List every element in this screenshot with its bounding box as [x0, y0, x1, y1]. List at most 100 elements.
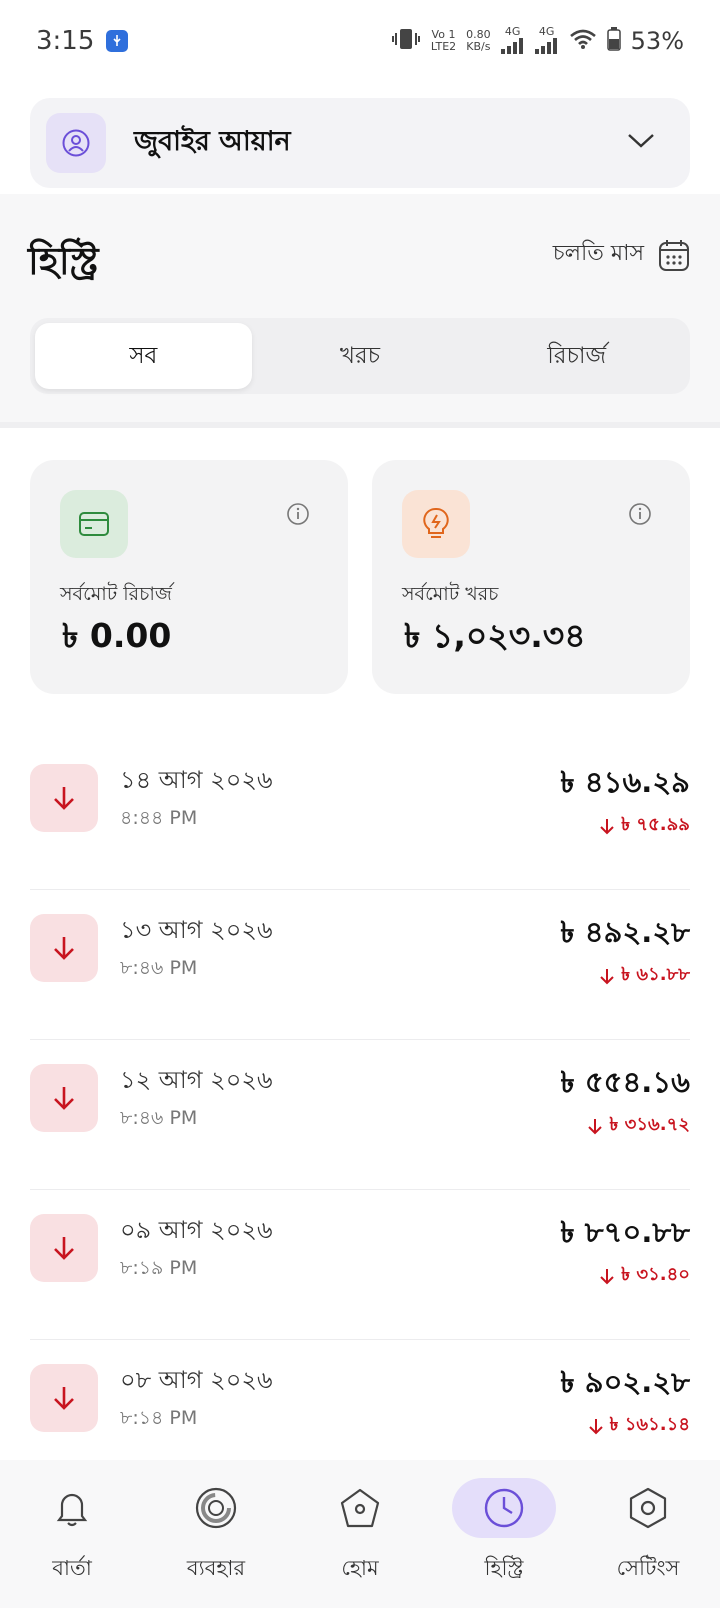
- net-speed-unit: KB/s: [466, 40, 491, 53]
- transaction-date: ১৩ আগ ২০২৬: [120, 916, 273, 944]
- transaction-date: ১২ আগ ২০২৬: [120, 1066, 273, 1094]
- card-icon-box: [60, 490, 128, 558]
- nav-item-messages[interactable]: বার্তা: [12, 1478, 132, 1608]
- page-title: হিস্ট্রি: [28, 239, 99, 283]
- transaction-amount: ৳ ৯০২.২৮: [560, 1365, 690, 1399]
- nav-label: হোম: [341, 1556, 379, 1580]
- transaction-amount: ৳ ৪১৬.২৯: [560, 765, 690, 799]
- nav-label: ব্যবহার: [186, 1556, 246, 1580]
- history-tabs: সব খরচ রিচার্জ: [30, 318, 690, 394]
- transaction-delta-value: ৳ ৩১.৪০: [621, 1264, 690, 1285]
- account-selector[interactable]: জুবাইর আয়ান: [30, 98, 690, 188]
- signal-icon: [534, 37, 557, 54]
- tab-expense[interactable]: খরচ: [252, 323, 469, 389]
- info-icon[interactable]: [628, 502, 652, 530]
- total-recharge-label: সর্বমোট রিচার্জ: [60, 583, 172, 605]
- nav-item-history[interactable]: হিস্ট্রি: [444, 1478, 564, 1608]
- transaction-time: ৮:৪৬ PM: [120, 957, 198, 979]
- card-icon-box: [402, 490, 470, 558]
- vibrate-icon: [391, 26, 421, 56]
- user-icon: [62, 129, 90, 157]
- arrow-down-icon: [600, 968, 614, 984]
- history-header: হিস্ট্রি চলতি মাস সব খরচ রিচার্জ: [0, 194, 720, 428]
- tab-all[interactable]: সব: [35, 323, 252, 389]
- debit-arrow-icon: [30, 914, 98, 982]
- nav-label: সেটিংস: [616, 1556, 680, 1580]
- total-recharge-amount: ৳ 0.00: [62, 616, 172, 655]
- battery-icon: [606, 27, 621, 55]
- transaction-row[interactable]: ০৯ আগ ২০২৬ ৮:১৯ PM ৳ ৮৭০.৮৮ ৳ ৩১.৪০: [30, 1190, 690, 1340]
- transaction-date: ০৮ আগ ২০২৬: [120, 1366, 273, 1394]
- usage-ring-icon: [164, 1478, 268, 1538]
- home-icon: [308, 1478, 412, 1538]
- arrow-down-icon: [588, 1418, 603, 1434]
- total-expense-card: সর্বমোট খরচ ৳ ১,০২৩.৩৪: [372, 460, 690, 694]
- transaction-time: ৪:৪৪ PM: [120, 807, 198, 829]
- period-label: চলতি মাস: [552, 241, 644, 266]
- transaction-list: ১৪ আগ ২০২৬ ৪:৪৪ PM ৳ ৪১৬.২৯ ৳ ৭৫.৯৯ ১৩ আ…: [30, 740, 690, 1490]
- arrow-down-icon: [600, 818, 614, 834]
- transaction-delta-value: ৳ ৭৫.৯৯: [621, 814, 690, 835]
- usb-icon: [106, 30, 129, 52]
- nav-item-usage[interactable]: ব্যবহার: [156, 1478, 276, 1608]
- status-bar: 3:15 Vo 1 LTE2 0.80 KB/s 4G 4G 53%: [0, 0, 720, 82]
- volte-bottom: LTE2: [430, 40, 457, 53]
- wifi-icon: [569, 28, 597, 54]
- transaction-amount: ৳ ৮৭০.৮৮: [560, 1215, 690, 1249]
- net-speed: 0.80 KB/s: [466, 29, 491, 53]
- transaction-amount: ৳ ৪৯২.২৮: [560, 915, 690, 949]
- bell-icon: [20, 1478, 124, 1538]
- transaction-row[interactable]: ১৪ আগ ২০২৬ ৪:৪৪ PM ৳ ৪১৬.২৯ ৳ ৭৫.৯৯: [30, 740, 690, 890]
- sim1-signal: 4G: [500, 24, 525, 57]
- nav-item-settings[interactable]: সেটিংস: [588, 1478, 708, 1608]
- bottom-nav: বার্তা ব্যবহার হোম হিস্ট্রি সেটিংস: [0, 1460, 720, 1608]
- nav-item-home[interactable]: হোম: [300, 1478, 420, 1608]
- transaction-row[interactable]: ১৩ আগ ২০২৬ ৮:৪৬ PM ৳ ৪৯২.২৮ ৳ ৬১.৮৮: [30, 890, 690, 1040]
- credit-card-icon: [79, 512, 109, 536]
- lightbulb-icon: [423, 507, 449, 538]
- transaction-delta: ৳ ৭৫.৯৯: [599, 810, 690, 841]
- signal-icon: [500, 37, 523, 54]
- total-recharge-card: সর্বমোট রিচার্জ ৳ 0.00: [30, 460, 348, 694]
- calendar-icon: [659, 239, 689, 271]
- sim2-signal: 4G: [534, 24, 559, 57]
- volte-indicator: Vo 1 LTE2: [431, 29, 456, 53]
- sim1-label: 4G: [504, 24, 521, 38]
- transaction-delta: ৳ ১৬১.১৪: [588, 1410, 691, 1441]
- info-icon[interactable]: [286, 502, 310, 530]
- transaction-amount: ৳ ৫৫৪.১৬: [560, 1065, 690, 1099]
- transaction-time: ৮:১৪ PM: [120, 1407, 198, 1429]
- transaction-delta-value: ৳ ৩১৬.৭২: [609, 1114, 690, 1135]
- clock-icon: [452, 1478, 556, 1538]
- debit-arrow-icon: [30, 1214, 98, 1282]
- transaction-time: ৮:১৯ PM: [120, 1257, 198, 1279]
- battery-percent: 53%: [630, 27, 684, 55]
- arrow-down-icon: [588, 1118, 603, 1134]
- total-expense-amount: ৳ ১,০২৩.৩৪: [404, 616, 586, 655]
- transaction-delta-value: ৳ ৬১.৮৮: [621, 964, 690, 985]
- debit-arrow-icon: [30, 1364, 98, 1432]
- transaction-delta: ৳ ৬১.৮৮: [599, 960, 690, 991]
- transaction-date: ১৪ আগ ২০২৬: [120, 766, 273, 794]
- account-name: জুবাইর আয়ান: [134, 125, 291, 157]
- debit-arrow-icon: [30, 764, 98, 832]
- avatar: [46, 113, 106, 173]
- chevron-down-icon[interactable]: [626, 132, 656, 154]
- arrow-down-icon: [600, 1268, 614, 1284]
- status-indicators: Vo 1 LTE2 0.80 KB/s 4G 4G 53%: [391, 24, 684, 57]
- total-expense-label: সর্বমোট খরচ: [402, 583, 499, 605]
- nav-label: বার্তা: [52, 1556, 92, 1580]
- transaction-time: ৮:৪৬ PM: [120, 1107, 198, 1129]
- nav-label: হিস্ট্রি: [484, 1556, 524, 1580]
- settings-icon: [596, 1478, 700, 1538]
- period-filter[interactable]: চলতি মাস: [553, 236, 690, 273]
- status-time: 3:15: [36, 26, 95, 56]
- tab-recharge[interactable]: রিচার্জ: [468, 323, 685, 389]
- transaction-delta-value: ৳ ১৬১.১৪: [609, 1414, 691, 1435]
- debit-arrow-icon: [30, 1064, 98, 1132]
- transaction-delta: ৳ ৩১৬.৭২: [587, 1110, 690, 1141]
- transaction-row[interactable]: ১২ আগ ২০২৬ ৮:৪৬ PM ৳ ৫৫৪.১৬ ৳ ৩১৬.৭২: [30, 1040, 690, 1190]
- transaction-date: ০৯ আগ ২০২৬: [120, 1216, 273, 1244]
- transaction-delta: ৳ ৩১.৪০: [599, 1260, 690, 1291]
- sim2-label: 4G: [538, 24, 555, 38]
